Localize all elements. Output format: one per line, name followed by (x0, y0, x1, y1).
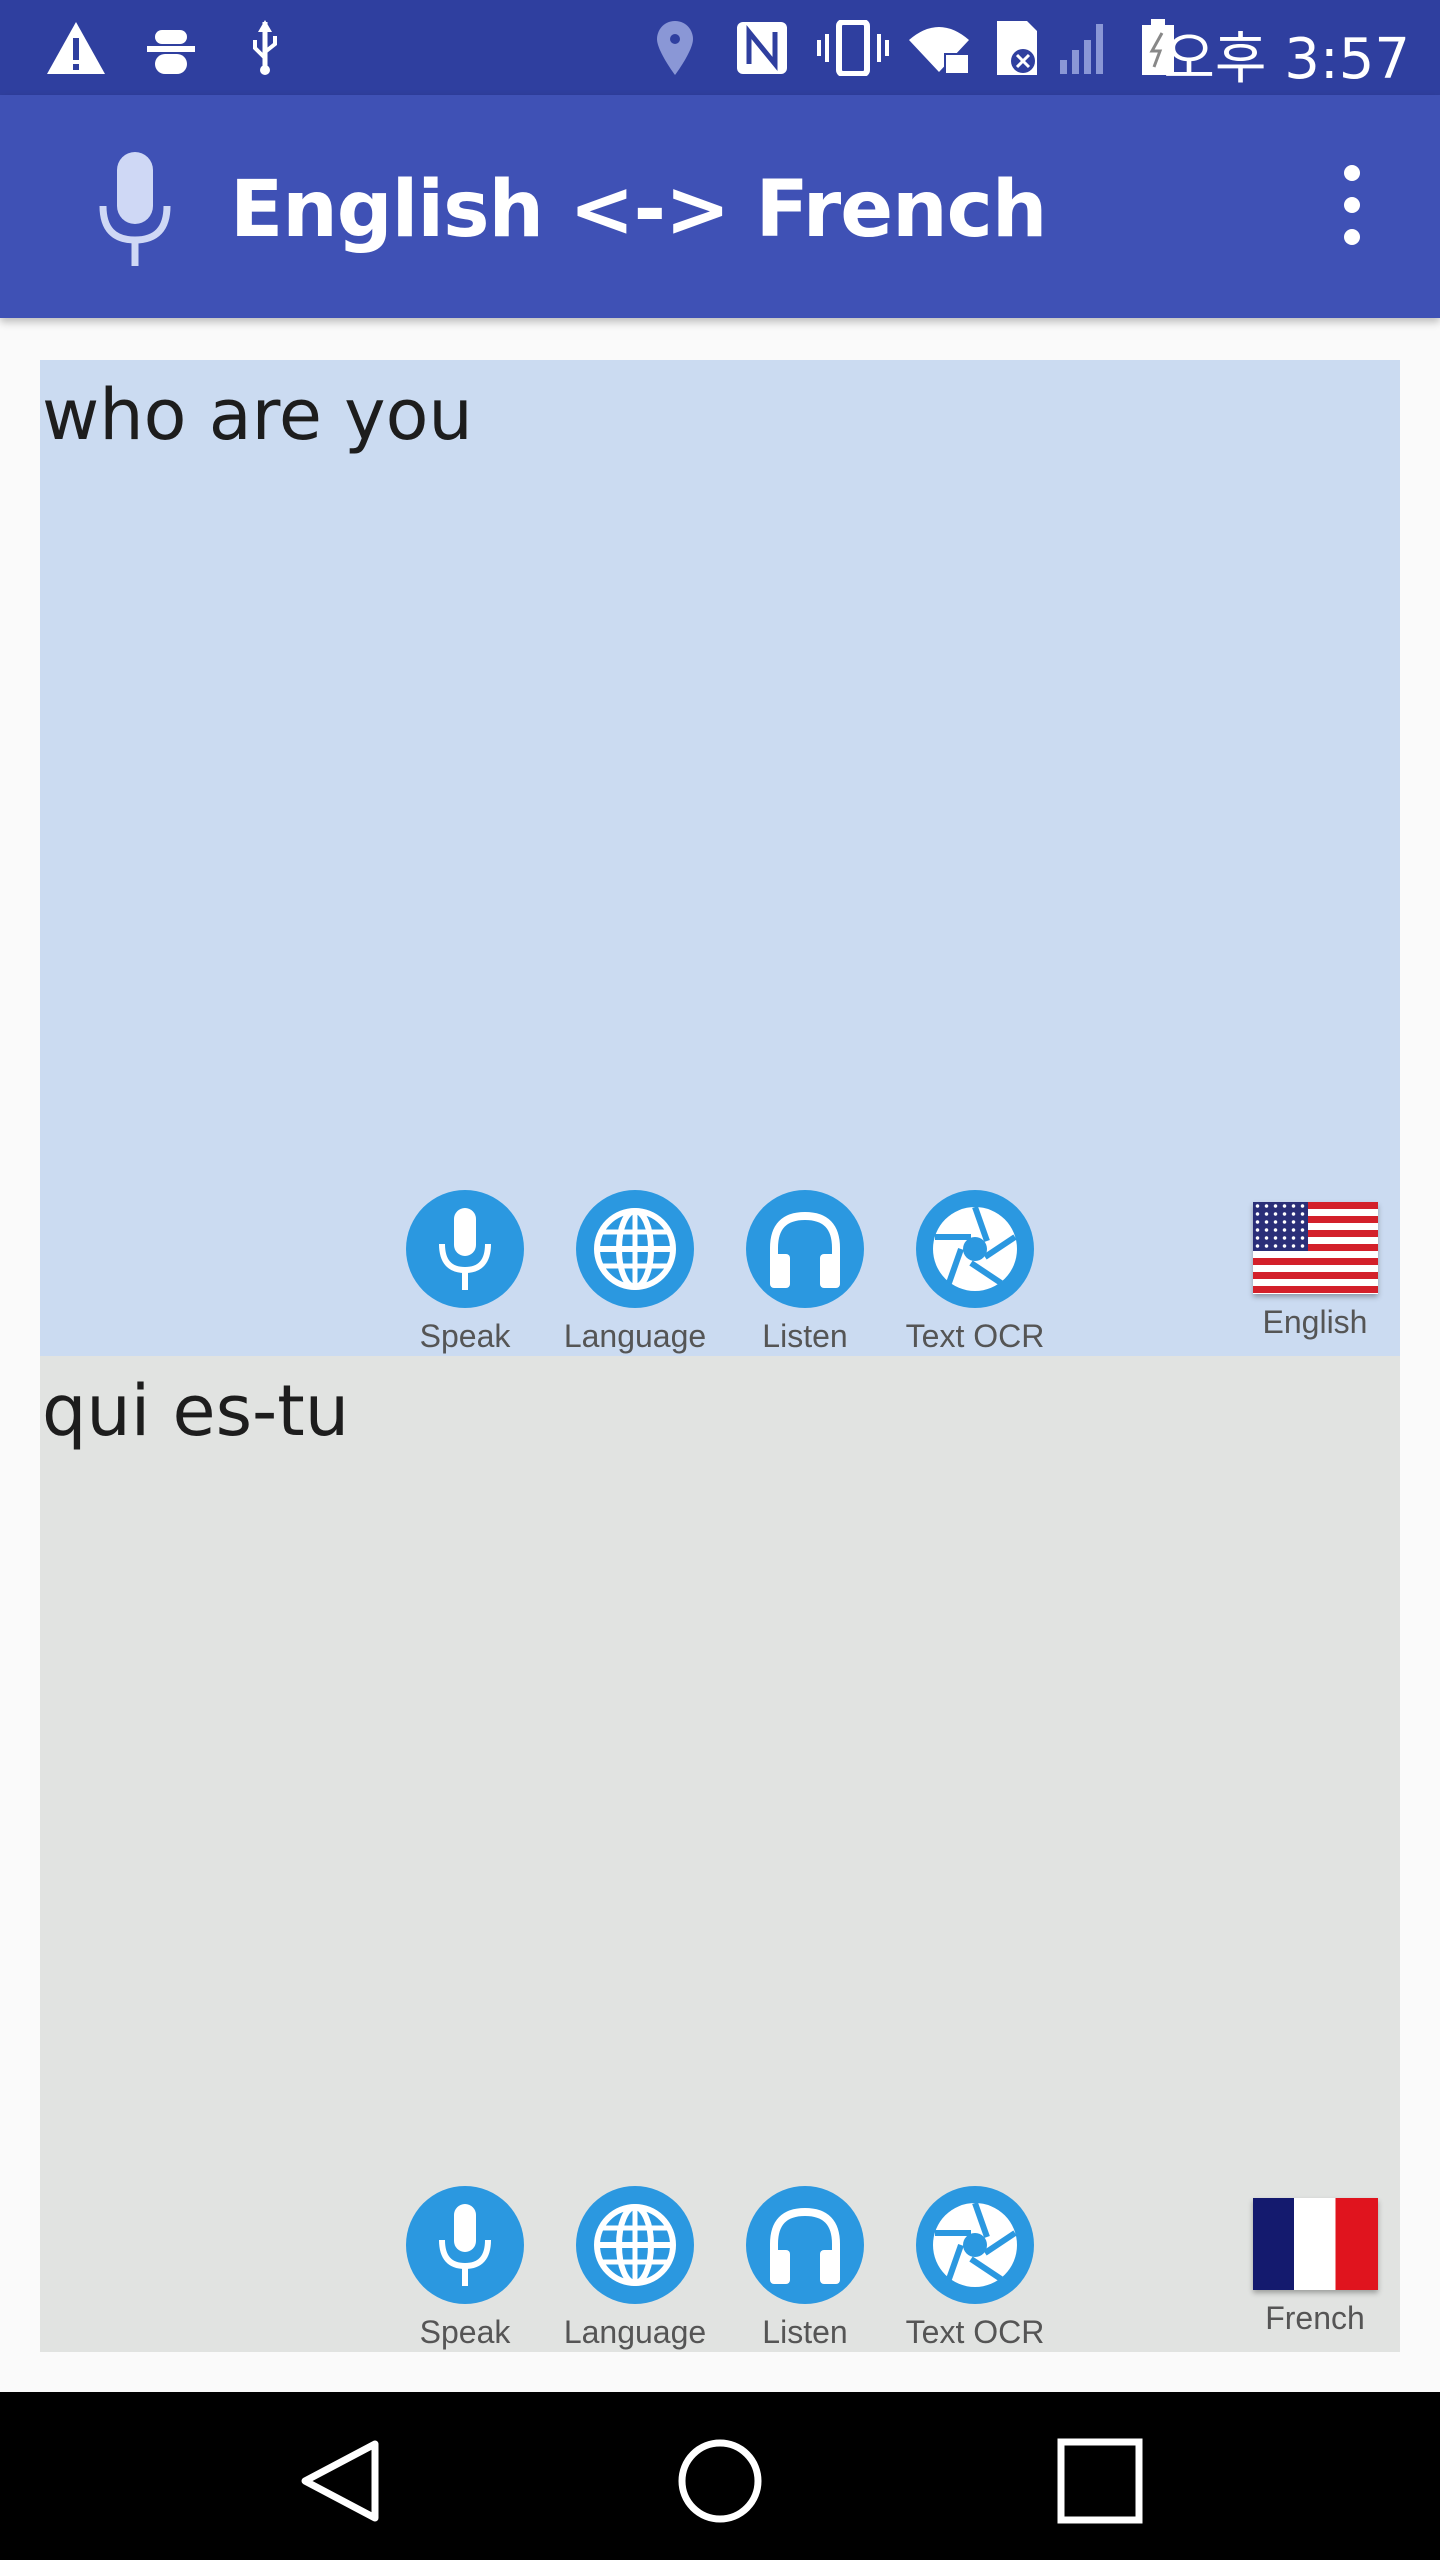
mic-icon[interactable] (95, 150, 175, 275)
language-label: Language (563, 1318, 707, 1354)
warning-icon (45, 18, 107, 78)
headphones-icon (746, 1190, 864, 1308)
speak-label: Speak (419, 2314, 511, 2350)
text-ocr-label: Text OCR (905, 1318, 1045, 1354)
us-flag-icon (1252, 1202, 1378, 1294)
language-label: Language (563, 2314, 707, 2350)
status-bar: 오후 3:57 (0, 0, 1440, 95)
android-debug-icon (145, 18, 197, 78)
listen-label: Listen (762, 1318, 848, 1354)
source-language-label: English (1262, 1304, 1368, 1340)
vibrate-icon (815, 18, 891, 78)
listen-label: Listen (762, 2314, 848, 2350)
speak-button[interactable]: Speak (380, 2186, 550, 2351)
target-language-label: French (1265, 2300, 1365, 2336)
camera-aperture-icon (916, 1190, 1034, 1308)
source-language-button[interactable]: English (1215, 1202, 1415, 1341)
listen-button[interactable]: Listen (720, 1190, 890, 1355)
globe-icon (576, 2186, 694, 2304)
headphones-icon (746, 2186, 864, 2304)
listen-button[interactable]: Listen (720, 2186, 890, 2351)
recents-icon[interactable] (1055, 2436, 1145, 2531)
usb-icon (250, 18, 280, 78)
sd-card-error-icon (995, 18, 1039, 78)
target-panel: qui es-tu Speak Language Listen Text OCR… (40, 1356, 1400, 2352)
signal-icon (1058, 18, 1116, 78)
home-icon[interactable] (675, 2436, 765, 2531)
back-icon[interactable] (295, 2436, 385, 2531)
app-bar: English <-> French (0, 95, 1440, 318)
target-language-button[interactable]: French (1215, 2198, 1415, 2337)
source-text[interactable]: who are you (42, 374, 473, 456)
france-flag-icon (1252, 2198, 1378, 2290)
source-panel: who are you Speak Language Listen Text O… (40, 360, 1400, 1356)
globe-icon (576, 1190, 694, 1308)
speak-label: Speak (419, 1318, 511, 1354)
target-text[interactable]: qui es-tu (42, 1370, 349, 1452)
status-time: 오후 3:57 (1163, 27, 1410, 92)
more-vert-icon[interactable] (1330, 165, 1374, 245)
text-ocr-button[interactable]: Text OCR (890, 1190, 1060, 1355)
text-ocr-button[interactable]: Text OCR (890, 2186, 1060, 2351)
location-icon (655, 18, 695, 78)
app-title: English <-> French (230, 165, 1047, 255)
mic-icon (406, 1190, 524, 1308)
camera-aperture-icon (916, 2186, 1034, 2304)
text-ocr-label: Text OCR (905, 2314, 1045, 2350)
nfc-icon (735, 18, 789, 78)
speak-button[interactable]: Speak (380, 1190, 550, 1355)
mic-icon (406, 2186, 524, 2304)
navigation-bar (0, 2392, 1440, 2560)
language-button[interactable]: Language (550, 2186, 720, 2351)
wifi-lock-icon (905, 18, 975, 78)
language-button[interactable]: Language (550, 1190, 720, 1355)
